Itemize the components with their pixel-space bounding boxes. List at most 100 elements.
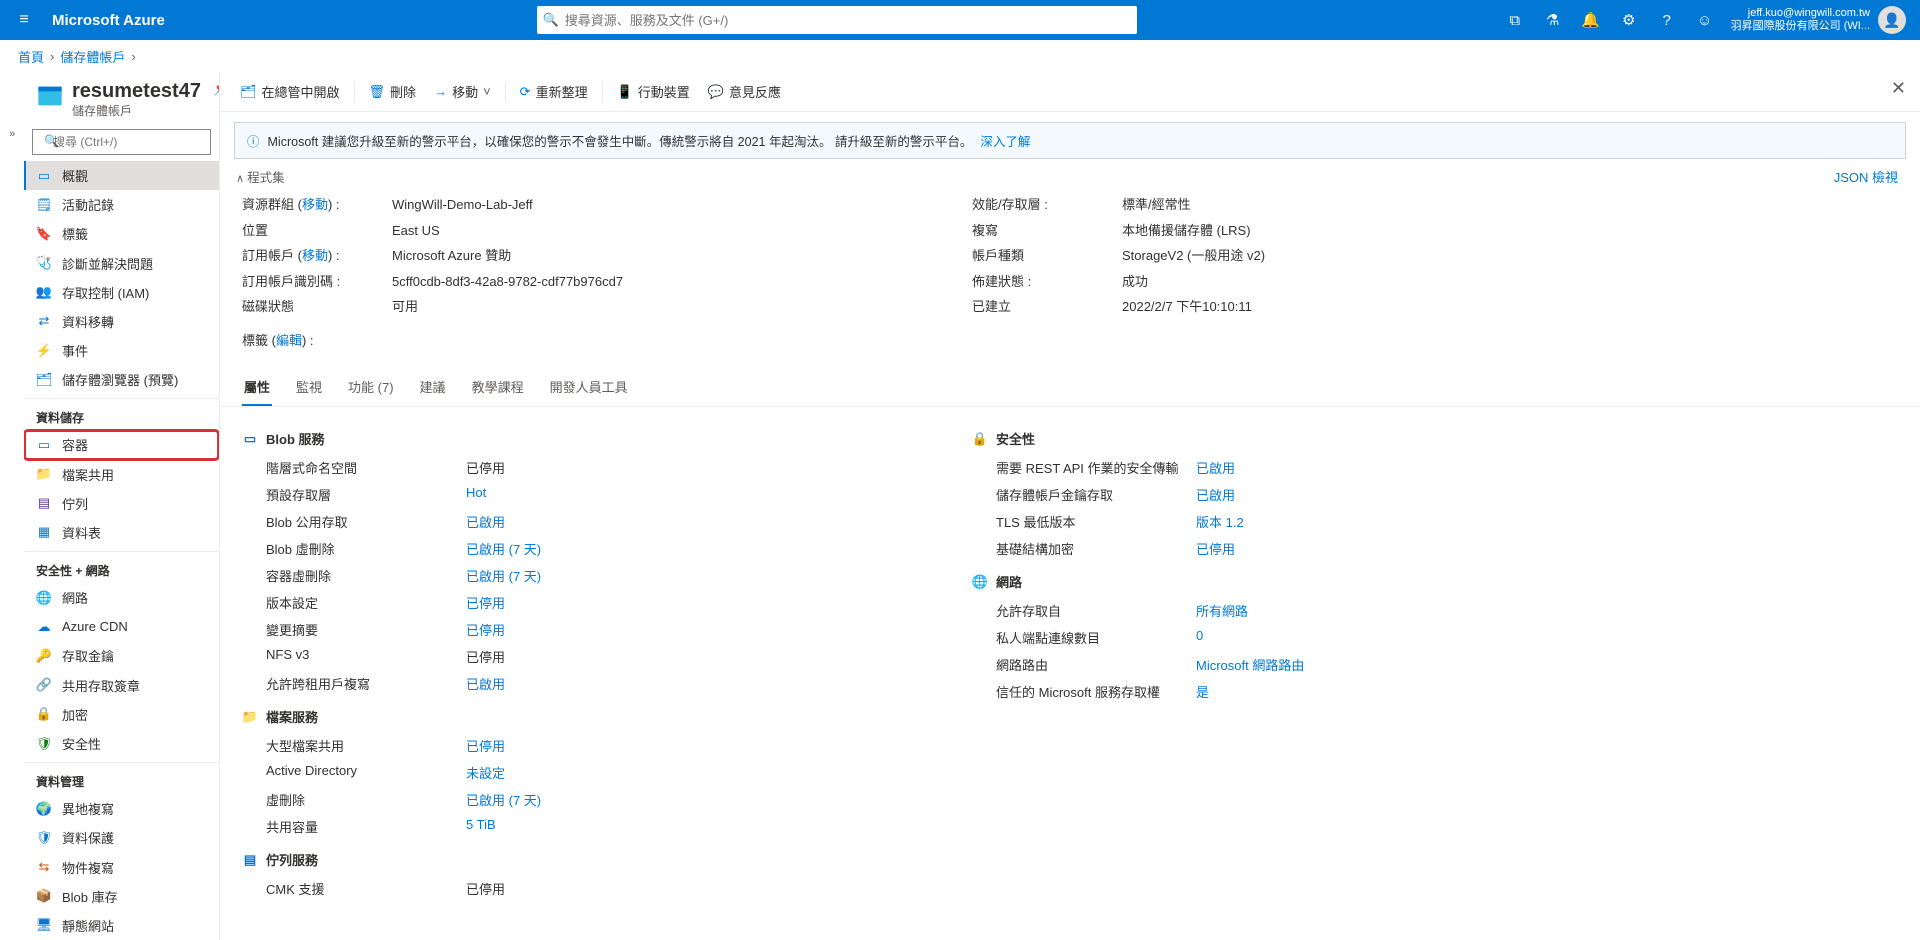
property-value[interactable]: 已啟用 (7 天) (466, 790, 541, 809)
nav-static-website[interactable]: 🖥靜態網站 (24, 911, 219, 940)
property-row: 私人端點連線數目0 (972, 624, 1622, 651)
property-value[interactable]: 0 (1196, 628, 1203, 647)
filter-icon[interactable]: ⚗ (1535, 0, 1571, 40)
property-row: 基礎結構加密已停用 (972, 535, 1622, 562)
cmd-open-explorer[interactable]: 🗂在總管中開啟 (234, 78, 346, 105)
nav-encryption[interactable]: 🔒加密 (24, 700, 219, 729)
nav-redundancy[interactable]: 🌍異地複寫 (24, 794, 219, 823)
essentials-toggle[interactable]: 程式集 (220, 165, 301, 188)
feedback-icon[interactable]: ☺ (1687, 0, 1723, 40)
nav-queues[interactable]: ▤佇列 (24, 489, 219, 518)
property-value[interactable]: Microsoft 網路路由 (1196, 655, 1304, 674)
brand-label[interactable]: Microsoft Azure (40, 12, 177, 29)
nav-overview[interactable]: ▭概觀 (24, 161, 219, 190)
tab-properties[interactable]: 屬性 (242, 369, 272, 406)
account-block[interactable]: jeff.kuo@wingwill.com.tw 羽昇國際股份有限公司 (WI.… (1723, 7, 1878, 33)
tab-devtools[interactable]: 開發人員工具 (548, 369, 630, 406)
nav-security[interactable]: 🛡安全性 (24, 729, 219, 758)
move-sub-link[interactable]: 移動 (302, 248, 328, 263)
nav-networking[interactable]: 🌐網路 (24, 583, 219, 612)
property-row: 儲存體帳戶金鑰存取已啟用 (972, 481, 1622, 508)
move-rg-link[interactable]: 移動 (302, 197, 328, 212)
property-value[interactable]: 已啟用 (1196, 485, 1235, 504)
expand-rail-icon[interactable]: » (0, 72, 24, 940)
nav-data-migration[interactable]: ⇄資料移轉 (24, 307, 219, 336)
property-value[interactable]: 已啟用 (466, 512, 505, 531)
nav-data-protection[interactable]: 🛡資料保護 (24, 823, 219, 852)
notifications-icon[interactable]: 🔔 (1573, 0, 1609, 40)
file-icon: 📁 (242, 709, 258, 725)
property-label: 容器虛刪除 (266, 566, 466, 585)
property-label: CMK 支援 (266, 879, 466, 898)
property-label: Blob 虛刪除 (266, 539, 466, 558)
property-value[interactable]: 5 TiB (466, 817, 496, 836)
cmd-refresh[interactable]: ⟳重新整理 (514, 78, 594, 105)
nav-storage-explorer[interactable]: 🗂儲存體瀏覽器 (預覽) (24, 365, 219, 394)
tab-recommendations[interactable]: 建議 (418, 369, 448, 406)
property-row: 預設存取層Hot (242, 481, 892, 508)
property-value[interactable]: 未設定 (466, 763, 505, 782)
tab-monitor[interactable]: 監視 (294, 369, 324, 406)
settings-icon[interactable]: ⚙ (1611, 0, 1647, 40)
global-search-input[interactable] (565, 13, 1137, 28)
property-row: 變更摘要已停用 (242, 616, 892, 643)
nav-tags[interactable]: 🔖標籤 (24, 219, 219, 248)
hamburger-icon[interactable]: ≡ (8, 11, 40, 29)
edit-tags-link[interactable]: 編輯 (276, 333, 302, 348)
cmd-delete[interactable]: 🗑刪除 (363, 78, 423, 105)
page-title: resumetest47 (72, 80, 201, 102)
property-label: 儲存體帳戶金鑰存取 (996, 485, 1196, 504)
tab-tutorials[interactable]: 教學課程 (470, 369, 526, 406)
property-value[interactable]: 已停用 (466, 736, 505, 755)
crumb-storage[interactable]: 儲存體帳戶 (60, 47, 125, 66)
global-search[interactable]: 🔍 (537, 6, 1137, 34)
nav-blob-inventory[interactable]: 📦Blob 庫存 (24, 882, 219, 911)
property-value[interactable]: 版本 1.2 (1196, 512, 1244, 531)
pin-icon[interactable]: 📌 (213, 80, 220, 97)
nav-containers[interactable]: ▭容器 (24, 430, 219, 459)
main-content: ✕ 🗂在總管中開啟 🗑刪除 →移動 ˅ ⟳重新整理 📱行動裝置 💬意見反應 ⓘ … (220, 72, 1920, 940)
tab-capabilities[interactable]: 功能 (7) (346, 369, 396, 406)
property-label: 版本設定 (266, 593, 466, 612)
crumb-home[interactable]: 首頁 (18, 47, 44, 66)
property-value[interactable]: 已停用 (466, 620, 505, 639)
close-blade-icon[interactable]: ✕ (1891, 78, 1906, 99)
nav-sas[interactable]: 🔗共用存取簽章 (24, 671, 219, 700)
nav-diagnose[interactable]: 🩺診斷並解決問題 (24, 249, 219, 278)
cmd-mobile[interactable]: 📱行動裝置 (611, 78, 696, 105)
nav-activity-log[interactable]: 🗒活動記錄 (24, 190, 219, 219)
nav-object-replication[interactable]: ⇆物件複寫 (24, 852, 219, 881)
cloud-shell-icon[interactable]: ⧉ (1497, 0, 1533, 40)
resource-group-link[interactable]: WingWill-Demo-Lab-Jeff (392, 195, 892, 215)
banner-learn-more-link[interactable]: 深入了解 (980, 131, 1030, 150)
property-row: 共用容量5 TiB (242, 813, 892, 840)
property-value[interactable]: 已啟用 (466, 674, 505, 693)
property-value[interactable]: 已停用 (466, 593, 505, 612)
nav-azure-cdn[interactable]: ☁Azure CDN (24, 612, 219, 641)
property-value[interactable]: 已啟用 (7 天) (466, 539, 541, 558)
property-label: 虛刪除 (266, 790, 466, 809)
property-value[interactable]: 已啟用 (1196, 458, 1235, 477)
nav-events[interactable]: ⚡事件 (24, 336, 219, 365)
cmd-feedback[interactable]: 💬意見反應 (702, 78, 787, 105)
chevron-down-icon: ˅ (483, 84, 491, 99)
nav-file-shares[interactable]: 📁檔案共用 (24, 460, 219, 489)
json-view-link[interactable]: JSON 檢視 (1834, 167, 1920, 186)
property-value[interactable]: 所有網路 (1196, 601, 1248, 620)
help-icon[interactable]: ? (1649, 0, 1685, 40)
subscription-link[interactable]: Microsoft Azure 贊助 (392, 246, 892, 266)
nav-iam[interactable]: 👥存取控制 (IAM) (24, 278, 219, 307)
nav-access-keys[interactable]: 🔑存取金鑰 (24, 641, 219, 670)
property-value[interactable]: 已停用 (1196, 539, 1235, 558)
banner-text: Microsoft 建議您升級至新的警示平台，以確保您的警示不會發生中斷。傳統警… (268, 131, 973, 150)
nav-tables[interactable]: ▦資料表 (24, 518, 219, 547)
avatar[interactable]: 👤 (1878, 6, 1906, 34)
property-label: Blob 公用存取 (266, 512, 466, 531)
property-value[interactable]: 已啟用 (7 天) (466, 566, 541, 585)
property-value[interactable]: Hot (466, 485, 486, 504)
property-value[interactable]: 是 (1196, 682, 1209, 701)
group-network: 🌐網路 允許存取自所有網路私人端點連線數目0網路路由Microsoft 網路路由… (972, 562, 1622, 705)
subscription-id-value: 5cff0cdb-8df3-42a8-9782-cdf77b976cd7 (392, 272, 892, 292)
cmd-move[interactable]: →移動 ˅ (428, 78, 497, 105)
kind-value: StorageV2 (一般用途 v2) (1122, 246, 1622, 266)
